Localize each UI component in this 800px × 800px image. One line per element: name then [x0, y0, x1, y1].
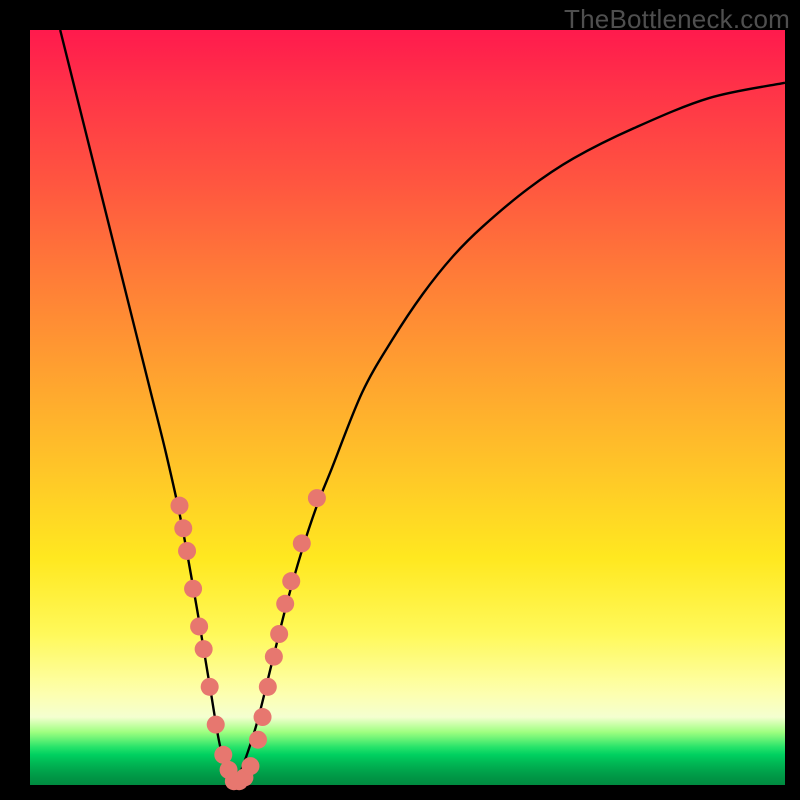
data-point: [265, 648, 283, 666]
data-point: [190, 617, 208, 635]
data-point: [201, 678, 219, 696]
data-point: [174, 519, 192, 537]
data-point: [241, 757, 259, 775]
chart-svg: [30, 30, 785, 785]
data-point: [195, 640, 213, 658]
data-point: [254, 708, 272, 726]
curve-layer: [60, 30, 785, 785]
watermark-text: TheBottleneck.com: [564, 4, 790, 35]
data-point: [293, 534, 311, 552]
data-point: [184, 580, 202, 598]
data-point: [170, 497, 188, 515]
data-point: [249, 731, 267, 749]
data-point: [259, 678, 277, 696]
data-point: [282, 572, 300, 590]
bottleneck-curve: [60, 30, 785, 785]
data-point: [270, 625, 288, 643]
data-point: [308, 489, 326, 507]
plot-area: [30, 30, 785, 785]
data-point: [207, 716, 225, 734]
data-point: [178, 542, 196, 560]
chart-frame: TheBottleneck.com: [0, 0, 800, 800]
data-point: [276, 595, 294, 613]
markers-layer: [170, 489, 325, 790]
